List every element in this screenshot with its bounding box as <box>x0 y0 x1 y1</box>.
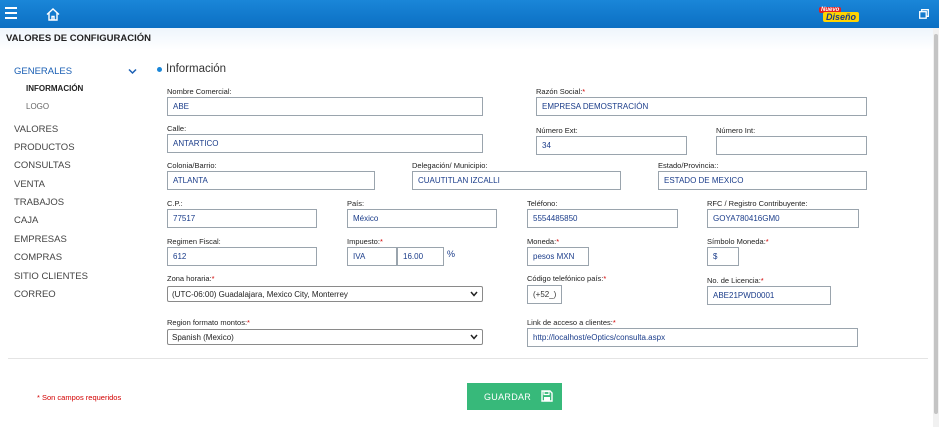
calle-field[interactable]: ANTARTICO <box>167 134 483 153</box>
required-fields-note: * Son campos requeridos <box>37 393 122 402</box>
razon-social-field[interactable]: EMPRESA DEMOSTRACIÓN <box>536 97 867 116</box>
sidebar-item-correo[interactable]: CORREO <box>14 289 56 300</box>
sidebar-subitem-logo[interactable]: LOGO <box>26 102 49 111</box>
section-bullet <box>157 67 162 72</box>
sidebar-item-generales[interactable]: GENERALES <box>14 66 72 77</box>
sidebar-item-valores[interactable]: VALORES <box>14 124 58 135</box>
floppy-disk-icon <box>541 390 553 402</box>
pais-field[interactable]: México <box>347 209 497 228</box>
simbolo-field[interactable]: $ <box>707 247 739 266</box>
sidebar-item-caja[interactable]: CAJA <box>14 215 38 226</box>
zona-horaria-label: Zona horaria:* <box>167 274 215 283</box>
section-title: Información <box>166 63 227 75</box>
moneda-label-text: Moneda: <box>527 237 557 246</box>
telefono-label: Teléfono: <box>527 199 558 208</box>
moneda-label: Moneda:* <box>527 237 559 246</box>
zona-horaria-value: (UTC-06:00) Guadalajara, Mexico City, Mo… <box>172 290 348 299</box>
numero-int-label: Número Int: <box>716 126 756 135</box>
hamburger-menu-icon[interactable] <box>5 7 17 19</box>
delegacion-label: Delegación/ Municipio: <box>412 161 488 170</box>
required-mark: * <box>582 87 586 96</box>
link-field[interactable]: http://localhost/eOptics/consulta.aspx <box>527 328 858 347</box>
codigo-tel-label: Código telefónico país:* <box>527 274 606 283</box>
pais-label: País: <box>347 199 365 208</box>
required-mark: * <box>247 318 250 327</box>
save-button-label: GUARDAR <box>484 392 532 402</box>
sidebar-item-venta[interactable]: VENTA <box>14 179 45 190</box>
scrollbar-thumb[interactable] <box>934 34 938 414</box>
sidebar-item-consultas[interactable]: CONSULTAS <box>14 160 71 171</box>
cp-field[interactable]: 77517 <box>167 209 317 228</box>
divider <box>8 358 928 359</box>
nuevo-diseno-logo[interactable]: Nuevo Diseño <box>817 7 860 23</box>
region-label: Region formato montos:* <box>167 318 250 327</box>
licencia-label-text: No. de Licencia: <box>707 276 761 285</box>
delegacion-field[interactable]: CUAUTITLAN IZCALLI <box>412 171 621 190</box>
moneda-field[interactable]: pesos MXN <box>527 247 589 266</box>
codigo-tel-label-text: Código telefónico país: <box>527 274 604 283</box>
sidebar-subitem-informacion[interactable]: INFORMACIÓN <box>26 84 83 93</box>
estado-label: Estado/Provincia:: <box>658 161 719 170</box>
sidebar-item-productos[interactable]: PRODUCTOS <box>14 142 75 153</box>
zona-horaria-label-text: Zona horaria: <box>167 274 212 283</box>
region-select[interactable]: Spanish (Mexico) <box>167 329 483 345</box>
licencia-field[interactable]: ABE21PWD0001 <box>707 286 831 305</box>
required-mark: * <box>556 237 560 246</box>
codigo-tel-field[interactable]: (+52_) <box>527 285 562 304</box>
link-label-text: Link de acceso a clientes: <box>527 318 613 327</box>
required-mark: * <box>765 237 769 246</box>
zona-horaria-select[interactable]: (UTC-06:00) Guadalajara, Mexico City, Mo… <box>167 286 483 302</box>
percent-sign: % <box>447 249 456 259</box>
sidebar-item-trabajos[interactable]: TRABAJOS <box>14 197 64 208</box>
impuesto-label-text: Impuesto: <box>347 237 380 246</box>
licencia-label: No. de Licencia:* <box>707 276 764 285</box>
impuesto-name-field[interactable]: IVA <box>347 247 397 266</box>
razon-social-label: Razón Social:* <box>536 87 585 96</box>
estado-field[interactable]: ESTADO DE MEXICO <box>658 171 867 190</box>
home-icon[interactable] <box>46 8 60 21</box>
chevron-down-icon[interactable] <box>128 68 137 75</box>
colonia-label: Colonia/Barrio: <box>167 161 217 170</box>
page-title: VALORES DE CONFIGURACIÓN <box>6 33 151 44</box>
nombre-comercial-field[interactable]: ABE <box>167 97 483 116</box>
nombre-comercial-label: Nombre Comercial: <box>167 87 232 96</box>
numero-ext-field[interactable]: 34 <box>536 136 687 155</box>
required-mark: * <box>379 237 383 246</box>
simbolo-label-text: Símbolo Moneda: <box>707 237 766 246</box>
razon-social-label-text: Razón Social: <box>536 87 583 96</box>
impuesto-label: Impuesto:* <box>347 237 383 246</box>
sidebar-item-sitio-clientes[interactable]: SITIO CLIENTES <box>14 271 88 282</box>
rfc-label: RFC / Registro Contribuyente: <box>707 199 808 208</box>
cp-label: C.P.: <box>167 199 183 208</box>
regimen-field[interactable]: 612 <box>167 247 317 266</box>
window-restore-icon[interactable] <box>919 9 929 19</box>
region-label-text: Region formato montos: <box>167 318 248 327</box>
chevron-down-icon <box>470 291 478 297</box>
calle-label: Calle: <box>167 124 187 133</box>
required-mark: * <box>760 276 764 285</box>
required-mark: * <box>612 318 616 327</box>
logo-diseno: Diseño <box>823 12 860 22</box>
vertical-scrollbar[interactable] <box>933 28 939 427</box>
top-bar: Nuevo Diseño <box>0 0 939 28</box>
impuesto-rate-field[interactable]: 16.00 <box>397 247 444 266</box>
rfc-field[interactable]: GOYA780416GM0 <box>707 209 859 228</box>
region-value: Spanish (Mexico) <box>172 333 234 342</box>
sidebar-item-compras[interactable]: COMPRAS <box>14 252 62 263</box>
numero-ext-label: Número Ext: <box>536 126 578 135</box>
save-button[interactable]: GUARDAR <box>467 383 562 410</box>
regimen-label: Regimen Fiscal: <box>167 237 221 246</box>
sidebar-item-empresas[interactable]: EMPRESAS <box>14 234 67 245</box>
chevron-down-icon <box>470 334 478 340</box>
telefono-field[interactable]: 5554485850 <box>527 209 678 228</box>
link-label: Link de acceso a clientes:* <box>527 318 616 327</box>
numero-int-field[interactable] <box>716 136 867 155</box>
colonia-field[interactable]: ATLANTA <box>167 171 375 190</box>
required-mark: * <box>211 274 215 283</box>
required-mark: * <box>603 274 607 283</box>
simbolo-label: Símbolo Moneda:* <box>707 237 769 246</box>
